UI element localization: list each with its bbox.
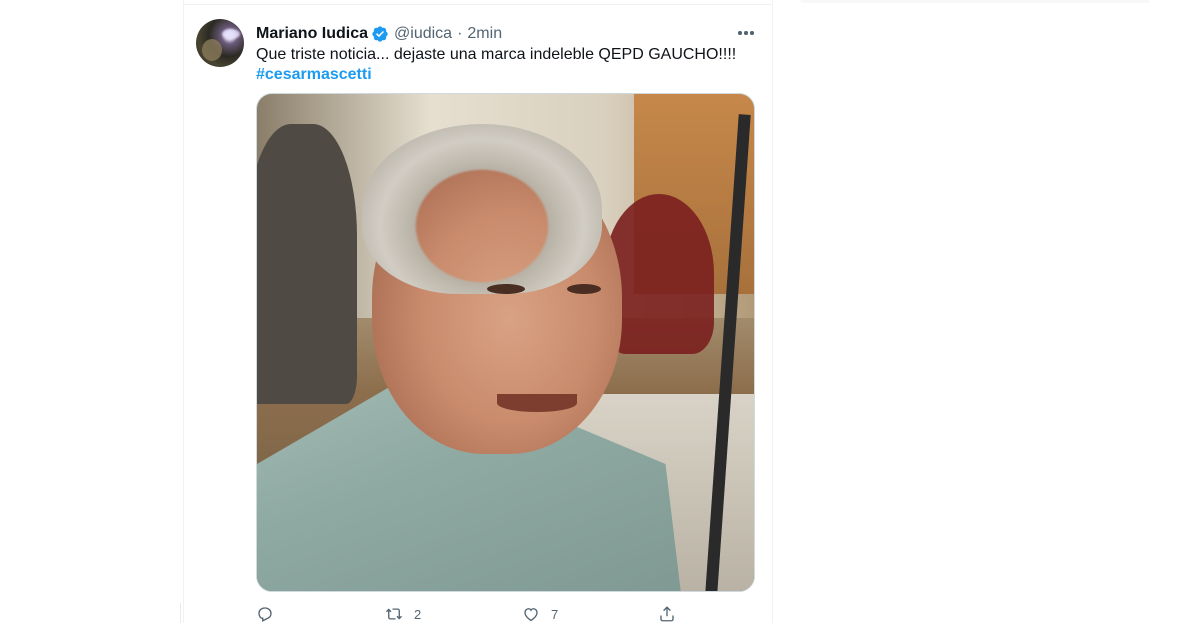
reply-icon (258, 607, 272, 622)
timeline-right-border (772, 0, 773, 623)
retweet-icon (386, 608, 402, 620)
sidebar-panel-edge (800, 0, 1150, 3)
tweet-body: Que triste noticia... dejaste una marca … (256, 46, 737, 63)
like-count: 7 (551, 606, 559, 622)
avatar-highlight (222, 29, 240, 39)
more-options-button[interactable] (734, 21, 758, 45)
like-icon (524, 608, 538, 622)
more-icon (738, 31, 742, 35)
hashtag-link[interactable]: #cesarmascetti (256, 65, 756, 85)
share-icon (660, 606, 674, 622)
avatar-figure (202, 39, 222, 61)
more-icon-dot (744, 31, 748, 35)
bottom-divider (180, 603, 181, 623)
tweet-timestamp[interactable]: 2min (467, 25, 502, 43)
user-handle[interactable]: @iudica (394, 25, 452, 43)
more-icon-dot (750, 31, 754, 35)
tweet-text: Que triste noticia... dejaste una marca … (256, 45, 756, 85)
tweet-photo[interactable] (256, 93, 755, 592)
header-separator: · (457, 25, 463, 42)
retweet-button[interactable]: 2 (385, 603, 421, 625)
photo-hair (362, 124, 602, 294)
photo-eye-left (487, 284, 525, 294)
share-button[interactable] (658, 603, 676, 625)
reply-button[interactable] (256, 603, 274, 625)
avatar[interactable] (196, 19, 244, 67)
retweet-count: 2 (414, 606, 422, 622)
like-button[interactable]: 7 (522, 603, 558, 625)
tweet-header: Mariano Iudica @iudica · 2min (256, 23, 502, 45)
photo-eye-right (567, 284, 601, 294)
photo-smile (497, 394, 577, 412)
tweet[interactable]: Mariano Iudica @iudica · 2min Que triste… (184, 5, 772, 623)
verified-badge-icon (371, 25, 389, 43)
display-name[interactable]: Mariano Iudica (256, 25, 368, 43)
photo-background-person (257, 124, 357, 404)
tweet-actions: 2 7 (256, 603, 756, 625)
